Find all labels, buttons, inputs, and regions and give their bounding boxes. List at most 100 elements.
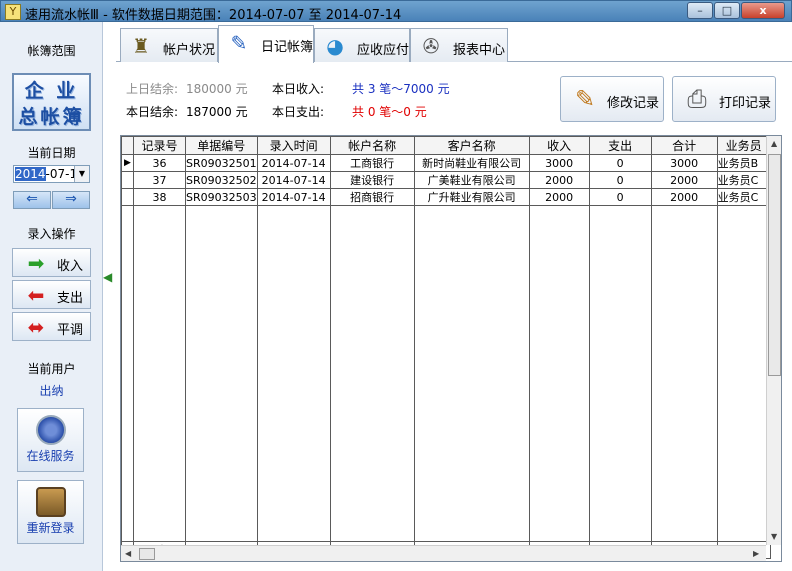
- column-header[interactable]: 客户名称: [413, 136, 530, 155]
- table-cell[interactable]: 新时尚鞋业有限公司: [413, 154, 530, 172]
- table-cell[interactable]: 2000: [650, 188, 718, 206]
- date-year-selected: 2014: [15, 167, 46, 181]
- table-cell[interactable]: 招商银行: [329, 188, 415, 206]
- column-header[interactable]: 记录号: [133, 136, 186, 155]
- tab-label: 应收应付: [357, 43, 410, 58]
- left-panel: 帐簿范围 企 业 总帐簿 当前日期 2014-07-14 ▼ ⇐ ⇒ 录入操作 …: [0, 22, 103, 571]
- column-header[interactable]: 收入: [528, 136, 590, 155]
- pencil-icon: ✎: [574, 85, 596, 113]
- column-header[interactable]: 支出: [588, 136, 652, 155]
- column-header[interactable]: 单据编号: [185, 136, 258, 155]
- journal-grid[interactable]: 记录号 单据编号 录入时间 帐户名称 客户名称 收入 支出 合计 业务员 ▶ 3…: [120, 135, 782, 562]
- empty-area-row: [121, 205, 771, 542]
- balance-button[interactable]: ⬌ 平调: [12, 312, 91, 341]
- maximize-button[interactable]: □: [714, 2, 740, 19]
- table-row[interactable]: 38 SR09032503 2014-07-14 招商银行 广升鞋业有限公司 2…: [121, 188, 771, 206]
- today-balance-value: 187000 元: [186, 105, 248, 119]
- tab-daily-journal[interactable]: ✎ 日记帐簿: [218, 25, 314, 63]
- table-cell[interactable]: 业务员C: [716, 171, 771, 189]
- table-cell[interactable]: 2000: [650, 171, 718, 189]
- table-row[interactable]: 37 SR09032502 2014-07-14 建设银行 广美鞋业有限公司 2…: [121, 171, 771, 189]
- relogin-button[interactable]: 重新登录: [17, 480, 84, 544]
- empty-cell: [329, 205, 415, 542]
- expense-button[interactable]: ⬅ 支出: [12, 280, 91, 309]
- table-cell[interactable]: 0: [588, 171, 652, 189]
- vertical-scrollbar[interactable]: ▲ ▼: [766, 136, 781, 545]
- prev-balance-label: 上日结余:: [126, 82, 179, 96]
- table-cell[interactable]: 2014-07-14: [256, 154, 331, 172]
- tab-label: 报表中心: [453, 43, 506, 58]
- red-arrow-left-icon: ⬅: [27, 283, 45, 307]
- close-button[interactable]: x: [741, 2, 785, 19]
- column-header[interactable]: 合计: [650, 136, 718, 155]
- table-header-row: 记录号 单据编号 录入时间 帐户名称 客户名称 收入 支出 合计 业务员: [121, 136, 771, 155]
- prev-balance-value: 180000 元: [186, 82, 248, 96]
- table-cell[interactable]: 广升鞋业有限公司: [413, 188, 530, 206]
- online-service-button[interactable]: 在线服务: [17, 408, 84, 472]
- tab-receivables-payables[interactable]: ◕ 应收应付: [314, 28, 410, 62]
- ledger-icon: ✎: [230, 31, 248, 55]
- current-user-label: 当前用户: [27, 362, 76, 376]
- table-cell[interactable]: SR09032502: [185, 171, 258, 189]
- tab-account-status[interactable]: ♜ 帐户状况: [120, 28, 218, 62]
- table-cell[interactable]: 38: [133, 188, 186, 206]
- table-cell[interactable]: 2014-07-14: [256, 188, 331, 206]
- column-header[interactable]: 帐户名称: [329, 136, 415, 155]
- column-header[interactable]: 录入时间: [256, 136, 331, 155]
- table-cell[interactable]: 业务员C: [716, 188, 771, 206]
- scroll-up-icon[interactable]: ▲: [771, 139, 777, 148]
- scroll-left-icon[interactable]: ◀: [125, 549, 131, 558]
- table-cell[interactable]: SR09032501: [185, 154, 258, 172]
- print-record-button[interactable]: ⎙ 打印记录: [672, 76, 776, 122]
- green-arrow-right-icon: ➡: [27, 251, 45, 275]
- vertical-scroll-thumb[interactable]: [768, 154, 781, 376]
- table-cell[interactable]: SR09032503: [185, 188, 258, 206]
- income-button[interactable]: ➡ 收入: [12, 248, 91, 277]
- table-cell[interactable]: 工商银行: [329, 154, 415, 172]
- chevron-down-icon[interactable]: ▼: [74, 166, 89, 182]
- indicator-header: [121, 136, 134, 155]
- table-cell[interactable]: 36: [133, 154, 186, 172]
- table-cell[interactable]: 0: [588, 154, 652, 172]
- date-picker[interactable]: 2014-07-14 ▼: [13, 165, 90, 183]
- empty-cell: [185, 205, 258, 542]
- today-balance-label: 本日结余:: [126, 105, 179, 119]
- table-cell[interactable]: 建设银行: [329, 171, 415, 189]
- online-service-icon: [35, 415, 66, 445]
- table-cell[interactable]: 37: [133, 171, 186, 189]
- empty-cell: [650, 205, 718, 542]
- scroll-right-icon[interactable]: ▶: [753, 549, 759, 558]
- edit-record-button[interactable]: ✎ 修改记录: [560, 76, 664, 122]
- window-title: 速用流水帐Ⅲ - 软件数据日期范围：2014-07-07 至 2014-07-1…: [25, 8, 402, 23]
- column-header[interactable]: 业务员: [716, 136, 771, 155]
- logo-line2: 总帐簿: [18, 106, 85, 128]
- horizontal-scroll-thumb[interactable]: [139, 548, 155, 560]
- table-row[interactable]: ▶ 36 SR09032501 2014-07-14 工商银行 新时尚鞋业有限公…: [121, 154, 771, 172]
- scroll-down-icon[interactable]: ▼: [771, 532, 777, 541]
- income-label: 收入: [57, 259, 84, 274]
- tab-report-center[interactable]: ✇ 报表中心: [410, 28, 508, 62]
- table-cell[interactable]: 3000: [528, 154, 590, 172]
- empty-cell: [256, 205, 331, 542]
- enterprise-ledger-logo[interactable]: 企 业 总帐簿: [12, 73, 91, 131]
- empty-cell: [413, 205, 530, 542]
- collapse-panel-icon[interactable]: ◀: [103, 270, 115, 286]
- next-date-button[interactable]: ⇒: [52, 191, 90, 209]
- table-cell[interactable]: 2000: [528, 188, 590, 206]
- prev-date-button[interactable]: ⇐: [13, 191, 51, 209]
- print-record-label: 打印记录: [719, 96, 772, 111]
- table-cell[interactable]: 3000: [650, 154, 718, 172]
- table-cell[interactable]: 0: [588, 188, 652, 206]
- table-cell[interactable]: 广美鞋业有限公司: [413, 171, 530, 189]
- empty-cell: [121, 205, 134, 542]
- table-cell[interactable]: 2014-07-14: [256, 171, 331, 189]
- balance-label: 平调: [57, 323, 84, 338]
- lock-icon: [35, 487, 66, 517]
- minimize-button[interactable]: –: [687, 2, 713, 19]
- current-date-label: 当前日期: [27, 146, 76, 160]
- horizontal-scrollbar[interactable]: ◀ ▶: [121, 545, 766, 561]
- table-cell[interactable]: 2000: [528, 171, 590, 189]
- table-cell[interactable]: 业务员B: [716, 154, 771, 172]
- relogin-label: 重新登录: [26, 521, 75, 535]
- edit-record-label: 修改记录: [607, 96, 660, 111]
